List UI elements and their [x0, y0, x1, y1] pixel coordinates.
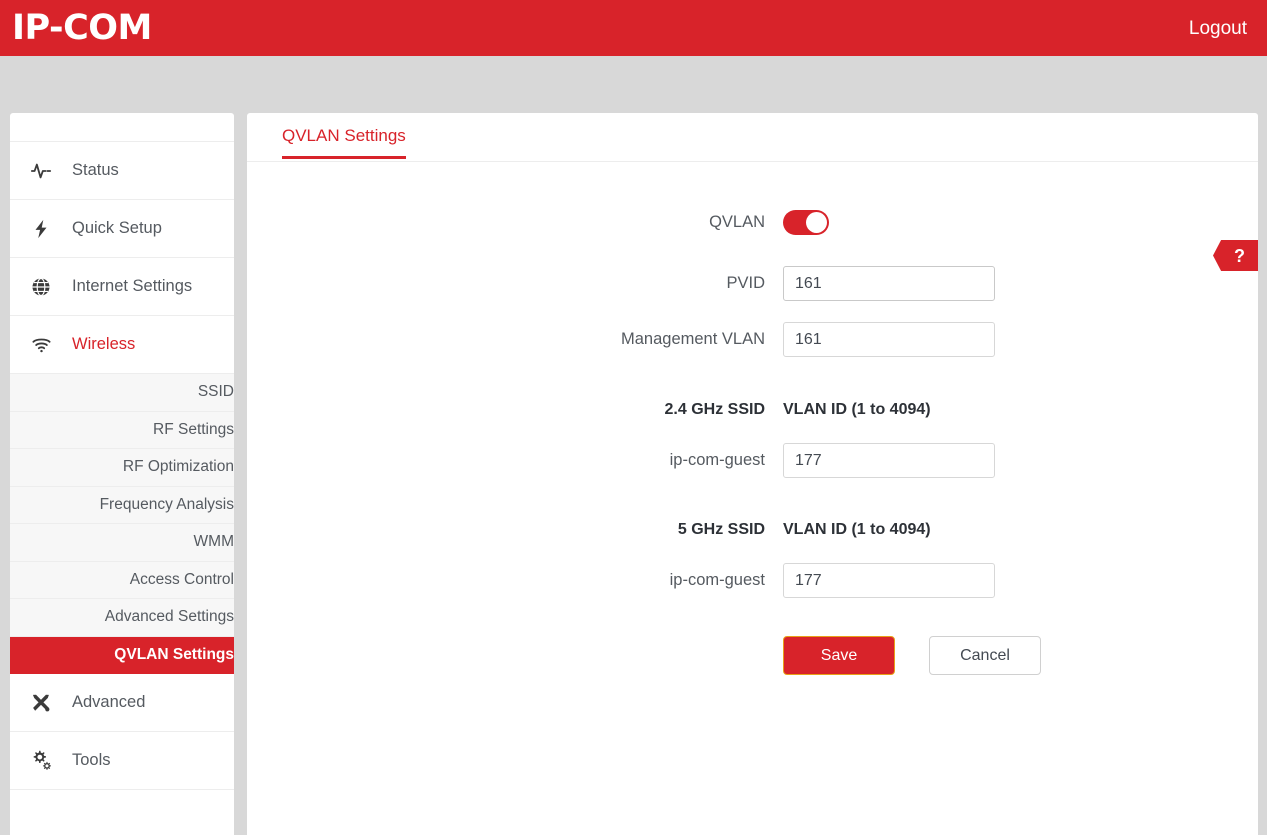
field-row-5g-vlan: ip-com-guest	[247, 563, 1258, 598]
sidebar-subitem-label: Advanced Settings	[104, 608, 234, 626]
main-panel: QVLAN Settings ? QVLAN PVID Management V…	[247, 113, 1258, 835]
qvlan-label: QVLAN	[709, 213, 765, 231]
vlan-column-header-2g: VLAN ID (1 to 4094)	[783, 401, 931, 418]
sidebar-subitem-label: SSID	[197, 383, 234, 401]
lightning-icon	[10, 218, 72, 240]
management-vlan-label: Management VLAN	[621, 330, 765, 348]
sidebar-top-spacer	[10, 113, 234, 142]
sidebar-subitem-ssid[interactable]: SSID	[10, 374, 234, 412]
pulse-icon	[10, 160, 72, 182]
pvid-label: PVID	[726, 274, 765, 292]
sidebar-subitem-label: WMM	[193, 533, 234, 551]
sidebar-subitem-wmm[interactable]: WMM	[10, 524, 234, 562]
tab-bar: QVLAN Settings	[247, 113, 1258, 162]
tools-cross-icon	[10, 692, 72, 714]
wifi-icon	[10, 333, 72, 356]
toggle-knob	[806, 212, 827, 233]
pvid-input[interactable]	[783, 266, 995, 301]
save-button[interactable]: Save	[783, 636, 895, 675]
ssid-column-header-2g: 2.4 GHz SSID	[664, 401, 765, 418]
header-row-2g: 2.4 GHz SSID VLAN ID (1 to 4094)	[247, 399, 1258, 421]
button-row: Save Cancel	[247, 636, 1258, 675]
sidebar-subitem-label: QVLAN Settings	[114, 645, 234, 663]
cancel-button[interactable]: Cancel	[929, 636, 1041, 675]
tab-qvlan-settings[interactable]: QVLAN Settings	[282, 126, 406, 159]
sidebar-item-wireless[interactable]: Wireless	[10, 316, 234, 374]
management-vlan-input[interactable]	[783, 322, 995, 357]
sidebar-item-label: Advanced	[72, 693, 146, 711]
sidebar-subitem-frequency-analysis[interactable]: Frequency Analysis	[10, 486, 234, 524]
sidebar-subitem-qvlan-settings[interactable]: QVLAN Settings	[10, 636, 234, 674]
sidebar-subitem-label: Access Control	[129, 570, 234, 588]
sidebar-subitem-label: RF Optimization	[122, 458, 234, 476]
ssid-name-2g: ip-com-guest	[669, 451, 765, 469]
field-row-2g-vlan: ip-com-guest	[247, 443, 1258, 478]
qvlan-toggle[interactable]	[783, 210, 829, 235]
field-row-management-vlan: Management VLAN	[247, 322, 1258, 357]
sidebar-item-internet-settings[interactable]: Internet Settings	[10, 258, 234, 316]
sidebar-item-label: Internet Settings	[72, 277, 193, 295]
sidebar-item-label: Status	[72, 161, 119, 179]
header-row-5g: 5 GHz SSID VLAN ID (1 to 4094)	[247, 519, 1258, 541]
logout-button[interactable]: Logout	[1189, 19, 1247, 38]
globe-icon	[10, 276, 72, 298]
ssid-name-5g: ip-com-guest	[669, 571, 765, 589]
sidebar-subitem-access-control[interactable]: Access Control	[10, 561, 234, 599]
sidebar-item-tools[interactable]: Tools	[10, 732, 234, 790]
ip-com-logo: IP-COM	[12, 7, 152, 48]
sidebar-subitem-advanced-settings[interactable]: Advanced Settings	[10, 599, 234, 637]
sidebar-item-label: Tools	[72, 751, 111, 769]
sidebar-subitem-rf-optimization[interactable]: RF Optimization	[10, 449, 234, 487]
sidebar-item-advanced[interactable]: Advanced	[10, 674, 234, 732]
top-bar: IP-COM Logout	[0, 0, 1267, 56]
ssid-column-header-5g: 5 GHz SSID	[677, 521, 765, 538]
sidebar-subitem-rf-settings[interactable]: RF Settings	[10, 411, 234, 449]
vlan-column-header-5g: VLAN ID (1 to 4094)	[783, 521, 931, 538]
field-row-qvlan: QVLAN	[247, 210, 1258, 235]
vlan-id-input-2g[interactable]	[783, 443, 995, 478]
sidebar: Status Quick Setup Internet Settings Wir…	[10, 113, 234, 835]
sidebar-item-status[interactable]: Status	[10, 142, 234, 200]
sidebar-item-label: Quick Setup	[72, 219, 162, 237]
field-row-pvid: PVID	[247, 266, 1258, 301]
sidebar-item-label: Wireless	[72, 335, 136, 353]
sidebar-item-quick-setup[interactable]: Quick Setup	[10, 200, 234, 258]
sidebar-subitem-label: Frequency Analysis	[99, 495, 234, 513]
gears-icon	[10, 749, 72, 772]
sidebar-subitem-label: RF Settings	[153, 420, 234, 438]
qvlan-form: QVLAN PVID Management VLAN 2.4 GHz SSID …	[247, 210, 1258, 675]
page-body: Status Quick Setup Internet Settings Wir…	[0, 56, 1267, 835]
vlan-id-input-5g[interactable]	[783, 563, 995, 598]
